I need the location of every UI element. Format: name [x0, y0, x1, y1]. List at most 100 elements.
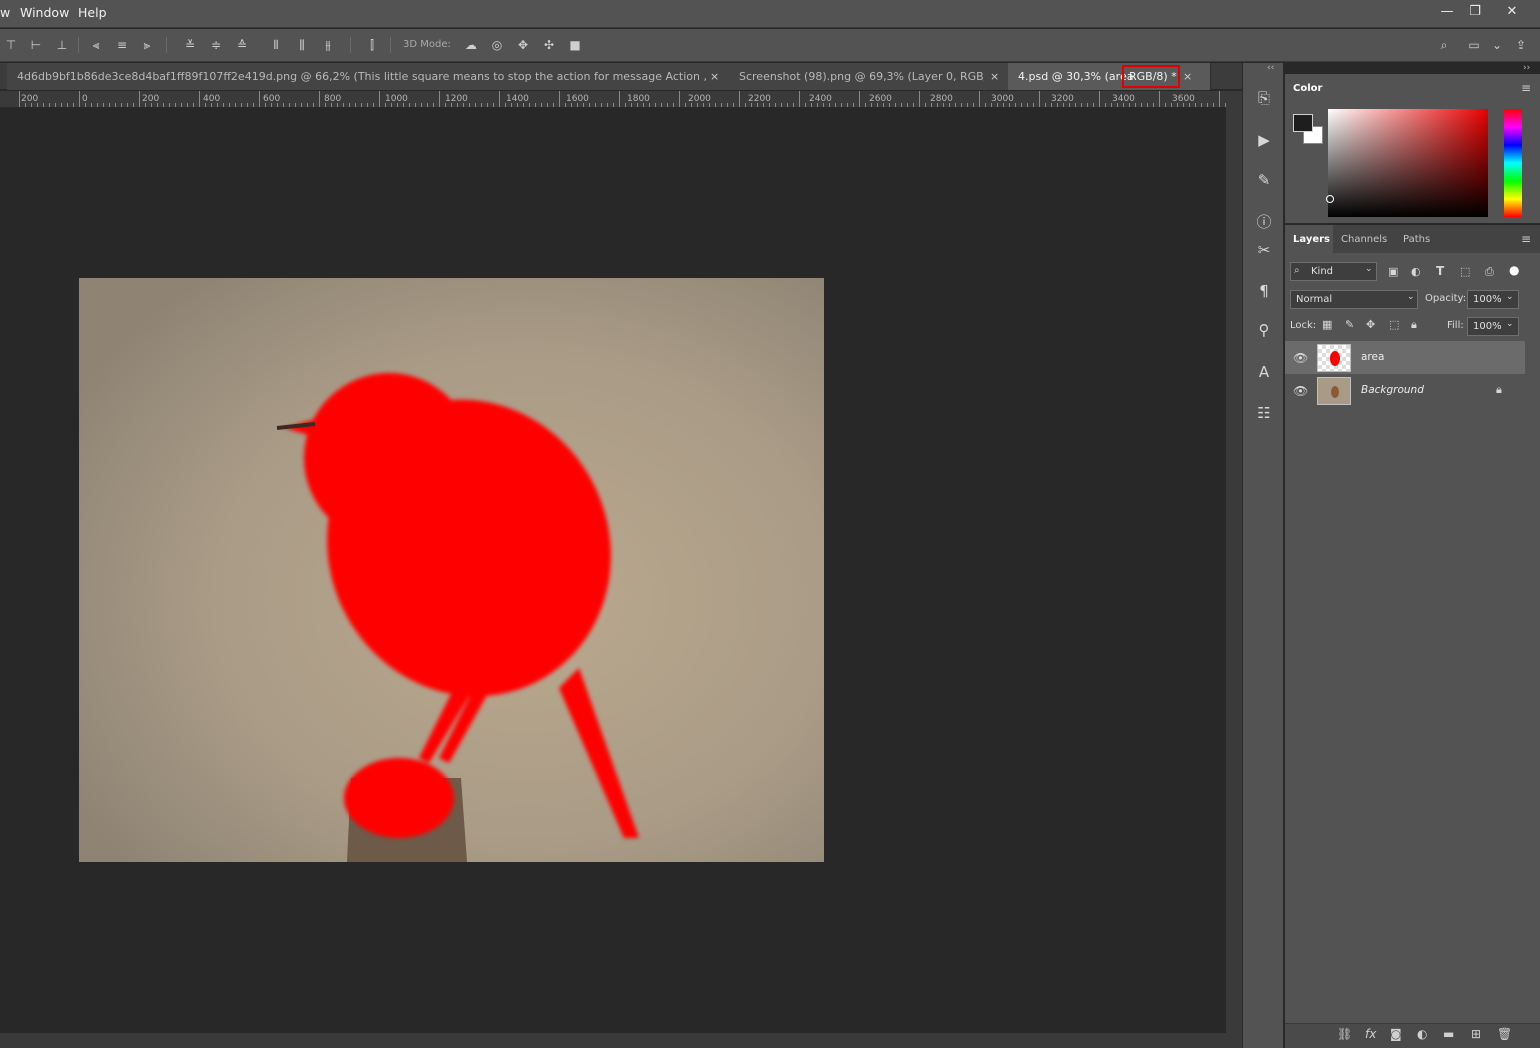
filter-adjustment-icon[interactable]: ◐ [1411, 265, 1421, 278]
3d-orbit-icon[interactable]: ☁ [463, 37, 479, 53]
align-right-icon[interactable]: ⫸ [139, 37, 155, 53]
adjustment-layer-icon[interactable]: ◐ [1417, 1027, 1427, 1041]
filter-pixel-icon[interactable]: ▣ [1388, 265, 1398, 278]
distribute-right-icon[interactable]: ⫵ [320, 37, 336, 53]
lock-pixels-icon[interactable]: ✎ [1345, 318, 1354, 331]
align-bottom-icon[interactable]: ⊥ [54, 37, 70, 53]
distribute-top-icon[interactable]: ≚ [182, 37, 198, 53]
menu-item-help[interactable]: Help [78, 5, 107, 20]
layer-row-background[interactable]: 👁︎ Background 🔒︎ [1285, 374, 1525, 407]
ruler-tick [475, 103, 476, 107]
lock-transparent-icon[interactable]: ▦ [1322, 318, 1332, 331]
color-picker-field[interactable] [1328, 109, 1488, 217]
info-icon[interactable]: ⓘ [1255, 213, 1273, 231]
collapse-panels-icon[interactable]: ‹‹ [1267, 63, 1274, 73]
lock-position-icon[interactable]: ✥ [1366, 318, 1375, 331]
align-left-icon[interactable]: ⫷ [88, 37, 104, 53]
3d-roll-icon[interactable]: ◎ [489, 37, 505, 53]
document-tab-2[interactable]: Screenshot (98).png @ 69,3% (Layer 0, RG… [729, 63, 1018, 90]
align-vcenter-icon[interactable]: ⊢ [28, 37, 44, 53]
horizontal-scrollbar[interactable] [0, 1033, 1226, 1048]
distribute-bottom-icon[interactable]: ≙ [234, 37, 250, 53]
search-icon[interactable]: ⌕ [1436, 37, 1452, 53]
foreground-color-swatch[interactable] [1293, 114, 1313, 132]
paragraph-icon[interactable]: ¶ [1255, 282, 1273, 300]
new-group-icon[interactable]: ▬ [1443, 1027, 1454, 1041]
vertical-scrollbar[interactable] [1226, 91, 1242, 1048]
ruler-tick [1135, 103, 1136, 107]
share-icon[interactable]: ⇪ [1513, 37, 1529, 53]
tab-paths[interactable]: Paths [1403, 234, 1430, 245]
3d-scale-icon[interactable]: ■ [567, 37, 583, 53]
ruler-tick [307, 103, 308, 107]
workspace-icon[interactable]: ▭ [1466, 37, 1482, 53]
restore-button[interactable]: ❐ [1463, 2, 1487, 22]
tab-close-icon[interactable]: × [1183, 63, 1192, 90]
tab-channels[interactable]: Channels [1341, 234, 1387, 245]
menu-item-window[interactable]: Window [20, 5, 69, 20]
minimize-button[interactable]: — [1435, 2, 1459, 22]
chevron-down-icon[interactable]: ⌄ [1506, 319, 1514, 329]
filter-type-icon[interactable]: T [1436, 264, 1444, 278]
clone-source-icon[interactable]: ⚲ [1255, 321, 1273, 339]
ruler-tick [295, 103, 296, 107]
fx-icon[interactable]: fx [1365, 1027, 1376, 1041]
chevron-down-icon[interactable]: ⌄ [1506, 292, 1514, 302]
brush-presets-icon[interactable]: ✎ [1255, 171, 1273, 189]
filter-shape-icon[interactable]: ⬚ [1460, 265, 1470, 278]
document-tab-bar: 4d6db9bf1b86de3ce8d4baf1ff89f107ff2e419d… [0, 63, 1242, 90]
visibility-eye-icon[interactable]: 👁︎ [1293, 351, 1308, 365]
ruler-tick [877, 103, 878, 107]
link-layers-icon[interactable]: ⛓ [1337, 1027, 1352, 1041]
ruler-tick [871, 103, 872, 107]
tab-close-icon[interactable]: × [710, 63, 719, 90]
distribute-vcenter-icon[interactable]: ≑ [208, 37, 224, 53]
add-mask-icon[interactable]: ◙ [1390, 1027, 1402, 1041]
3d-slide-icon[interactable]: ✣ [541, 37, 557, 53]
align-top-icon[interactable]: ⊤ [3, 37, 19, 53]
ruler-tick [217, 103, 218, 107]
blend-mode-select[interactable]: Normal [1290, 290, 1418, 309]
ruler-tick [1069, 103, 1070, 107]
auto-align-icon[interactable]: ⫿ [364, 37, 380, 53]
ruler-tick [919, 91, 920, 107]
document-image[interactable] [79, 278, 824, 862]
document-tab-1[interactable]: 4d6db9bf1b86de3ce8d4baf1ff89f107ff2e419d… [7, 63, 739, 90]
properties-icon[interactable]: ☷ [1255, 404, 1273, 422]
visibility-eye-icon[interactable]: 👁︎ [1293, 384, 1308, 398]
layer-filter-select[interactable]: Kind [1290, 262, 1377, 281]
panel-menu-icon[interactable]: ≡ [1521, 81, 1531, 95]
hue-slider[interactable] [1504, 109, 1522, 217]
layer-name[interactable]: area [1361, 351, 1384, 363]
new-layer-icon[interactable]: ⊞ [1471, 1027, 1481, 1041]
lock-artboard-icon[interactable]: ⬚ [1389, 318, 1399, 331]
color-panel-title[interactable]: Color [1293, 83, 1322, 94]
align-hcenter-icon[interactable]: ≡ [114, 37, 130, 53]
3d-pan-icon[interactable]: ✥ [515, 37, 531, 53]
history-icon[interactable]: ⎘ [1255, 89, 1273, 107]
close-button[interactable]: ✕ [1500, 2, 1524, 22]
character-icon[interactable]: A [1255, 363, 1273, 381]
filter-smart-object-icon[interactable]: ⎙ [1485, 265, 1494, 279]
panel-menu-icon[interactable]: ≡ [1521, 232, 1531, 246]
tool-presets-icon[interactable]: ✂ [1255, 241, 1273, 259]
tab-layers[interactable]: Layers [1293, 234, 1330, 245]
chevron-down-icon[interactable]: ⌄ [1489, 37, 1505, 53]
collapse-right-icon[interactable]: ›› [1523, 63, 1530, 73]
tab-close-icon[interactable]: × [990, 63, 999, 90]
ruler-tick [781, 103, 782, 107]
ruler-tick [37, 103, 38, 107]
distribute-hcenter-icon[interactable]: ⫼ [294, 37, 310, 53]
ruler-tick [397, 103, 398, 107]
ruler-tick [1129, 103, 1130, 107]
filter-toggle-icon[interactable]: ● [1509, 263, 1519, 277]
trash-icon[interactable]: 🗑︎ [1497, 1027, 1512, 1041]
layer-name[interactable]: Background [1361, 384, 1424, 396]
document-tab-3[interactable]: 4.psd @ 30,3% (area RGB/8) * × [1008, 63, 1211, 90]
color-picker-marker[interactable] [1326, 195, 1334, 203]
menu-item-view[interactable]: w [0, 5, 10, 20]
lock-all-icon[interactable]: 🔒︎ [1411, 318, 1417, 332]
actions-play-icon[interactable]: ▶ [1255, 131, 1273, 149]
layer-row-area[interactable]: 👁︎ area [1285, 341, 1525, 374]
distribute-left-icon[interactable]: ⫴ [268, 37, 284, 53]
